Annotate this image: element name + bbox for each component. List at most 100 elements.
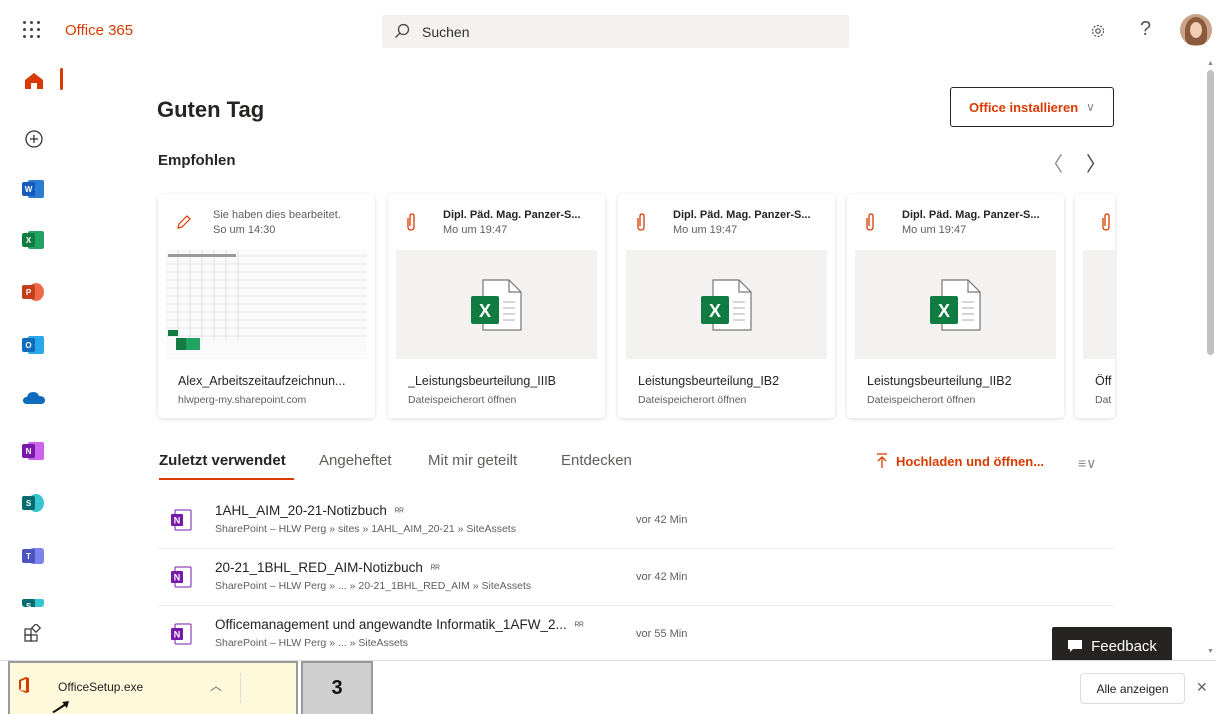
install-office-button[interactable]: Office installieren ∨	[950, 87, 1114, 127]
sway-icon[interactable]: S	[22, 597, 44, 607]
tab-discover[interactable]: Entdecken	[561, 452, 632, 469]
card-location[interactable]: Dateispeicherort öffnen	[408, 394, 516, 406]
recommended-card[interactable]: Sie haben dies bearbeitet. So um 14:30 A…	[158, 194, 375, 418]
card-time: Mo um 19:47	[673, 224, 738, 236]
step-number-badge: 3	[301, 661, 373, 714]
help-icon[interactable]: ?	[1140, 18, 1151, 41]
recommended-card[interactable]: Dipl. Päd. Mag. Panzer-S... Mo um 19:47 …	[388, 194, 605, 418]
sharepoint-icon[interactable]: S	[22, 494, 44, 512]
recommended-heading: Empfohlen	[158, 152, 236, 169]
close-icon[interactable]: ✕	[1196, 679, 1208, 696]
avatar[interactable]	[1180, 14, 1212, 46]
chevron-up-icon[interactable]: ︿	[210, 677, 222, 694]
tab-pinned[interactable]: Angeheftet	[319, 452, 392, 469]
outlook-icon[interactable]: O	[22, 336, 44, 354]
file-time: vor 55 Min	[636, 628, 688, 640]
card-location[interactable]: Dateispeicherort öffnen	[638, 394, 746, 406]
file-row[interactable]: N 1AHL_AIM_20-21-Notizbuch ᴿᴿ SharePoint …	[158, 492, 1114, 549]
paperclip-icon	[1102, 213, 1110, 231]
powerpoint-icon[interactable]: P	[22, 283, 44, 301]
search-box[interactable]: Suchen	[382, 15, 849, 48]
excel-icon[interactable]: X	[22, 231, 44, 249]
paperclip-icon	[866, 213, 874, 231]
carousel-next-icon[interactable]: 〉	[1086, 148, 1106, 177]
svg-text:X: X	[479, 301, 491, 321]
excel-file-icon: X	[930, 279, 981, 331]
excel-file-thumbnail: X	[396, 250, 597, 359]
file-row[interactable]: N Officemanagement und angewandte Inform…	[158, 606, 1114, 663]
excel-file-thumbnail: X	[626, 250, 827, 359]
install-office-label: Office installieren	[969, 99, 1079, 115]
svg-text:N: N	[174, 573, 181, 583]
svg-text:N: N	[174, 516, 181, 526]
shared-icon: ᴿᴿ	[394, 507, 404, 518]
file-time: vor 42 Min	[636, 571, 688, 583]
file-name: 1AHL_AIM_20-21-Notizbuch ᴿᴿ	[215, 503, 404, 518]
svg-text:X: X	[938, 301, 950, 321]
mouse-cursor-icon	[52, 701, 69, 713]
app-title[interactable]: Office 365	[65, 22, 133, 39]
upload-icon	[877, 453, 887, 468]
top-bar: Office 365 Suchen ?	[0, 0, 1216, 60]
search-input[interactable]: Suchen	[422, 24, 469, 40]
active-tab-indicator	[159, 478, 294, 480]
chevron-down-icon: ∨	[1086, 100, 1095, 114]
card-activity: Sie haben dies bearbeitet.	[213, 209, 341, 221]
file-name: Officemanagement und angewandte Informat…	[215, 617, 584, 632]
file-path: SharePoint – HLW Perg » ... » 20-21_1BHL…	[215, 580, 532, 592]
download-bar: OfficeSetup.exe ︿ 3 Alle anzeigen ✕	[0, 660, 1216, 714]
carousel-prev-icon[interactable]: 〈	[1043, 148, 1063, 177]
tab-recent[interactable]: Zuletzt verwendet	[159, 452, 286, 469]
card-location: hlwperg-my.sharepoint.com	[178, 394, 307, 406]
card-author: Dipl. Päd. Mag. Panzer-S...	[443, 209, 581, 221]
scroll-up-icon[interactable]: ▲	[1207, 60, 1214, 67]
onedrive-icon[interactable]	[22, 391, 46, 405]
upload-label: Hochladen und öffnen...	[896, 453, 1045, 469]
card-file-name: _Leistungsbeurteilung_IIIB	[408, 374, 557, 388]
onenote-icon[interactable]: N	[22, 442, 44, 460]
app-launcher-icon[interactable]	[22, 20, 42, 40]
paperclip-icon	[637, 213, 645, 231]
file-name: 20-21_1BHL_RED_AIM-Notizbuch ᴿᴿ	[215, 560, 440, 575]
search-icon	[395, 23, 410, 38]
card-author: Dipl. Päd. Mag. Panzer-S...	[673, 209, 811, 221]
teams-icon[interactable]: T	[22, 547, 44, 565]
svg-text:N: N	[174, 630, 181, 640]
card-file-name: Leistungsbeurteilung_IB2	[638, 374, 780, 388]
create-icon[interactable]	[24, 129, 44, 149]
download-file-name: OfficeSetup.exe	[58, 680, 144, 694]
onenote-file-icon: N	[171, 566, 192, 588]
file-path: SharePoint – HLW Perg » sites » 1AHL_AIM…	[215, 523, 516, 535]
paperclip-icon	[407, 213, 415, 231]
all-apps-icon[interactable]	[24, 624, 42, 642]
recommended-card[interactable]: Dipl. Päd. Mag. Panzer-S... Mo um 19:47 …	[847, 194, 1064, 418]
feedback-label: Feedback	[1091, 637, 1157, 655]
show-all-button[interactable]: Alle anzeigen	[1080, 673, 1185, 704]
home-icon[interactable]	[24, 72, 44, 90]
shared-icon: ᴿᴿ	[574, 621, 584, 632]
card-location[interactable]: Dateispeicherort öffnen	[867, 394, 975, 406]
scrollbar-thumb[interactable]	[1207, 70, 1214, 355]
card-author: Dipl. Päd. Mag. Panzer-S...	[902, 209, 1040, 221]
page-title: Guten Tag	[157, 97, 265, 122]
comment-icon	[1068, 640, 1083, 652]
file-row[interactable]: N 20-21_1BHL_RED_AIM-Notizbuch ᴿᴿ SharePo…	[158, 549, 1114, 606]
onenote-file-icon: N	[171, 623, 192, 645]
recommended-card[interactable]: Dipl. Päd. Mag. Panzer-S... Mo um 19:47 …	[618, 194, 835, 418]
file-thumbnail	[1083, 250, 1115, 359]
sort-filter-icon[interactable]: ≡∨	[1078, 455, 1096, 472]
recommended-card-partial[interactable]: Öff Dat	[1075, 194, 1115, 418]
gear-icon[interactable]	[1089, 22, 1107, 40]
word-icon[interactable]: W	[22, 180, 44, 198]
scroll-down-icon[interactable]: ▼	[1207, 648, 1214, 655]
tab-shared[interactable]: Mit mir geteilt	[428, 452, 517, 469]
file-time: vor 42 Min	[636, 514, 688, 526]
card-file-name: Alex_Arbeitszeitaufzeichnun...	[178, 374, 346, 388]
upload-open-button[interactable]: Hochladen und öffnen...	[876, 453, 1044, 469]
excel-file-icon: X	[471, 279, 522, 331]
spreadsheet-thumbnail	[166, 250, 367, 359]
pencil-icon	[177, 215, 191, 229]
card-file-name: Öff	[1095, 374, 1112, 388]
home-active-indicator	[60, 68, 63, 90]
card-file-name: Leistungsbeurteilung_IIB2	[867, 374, 1012, 388]
